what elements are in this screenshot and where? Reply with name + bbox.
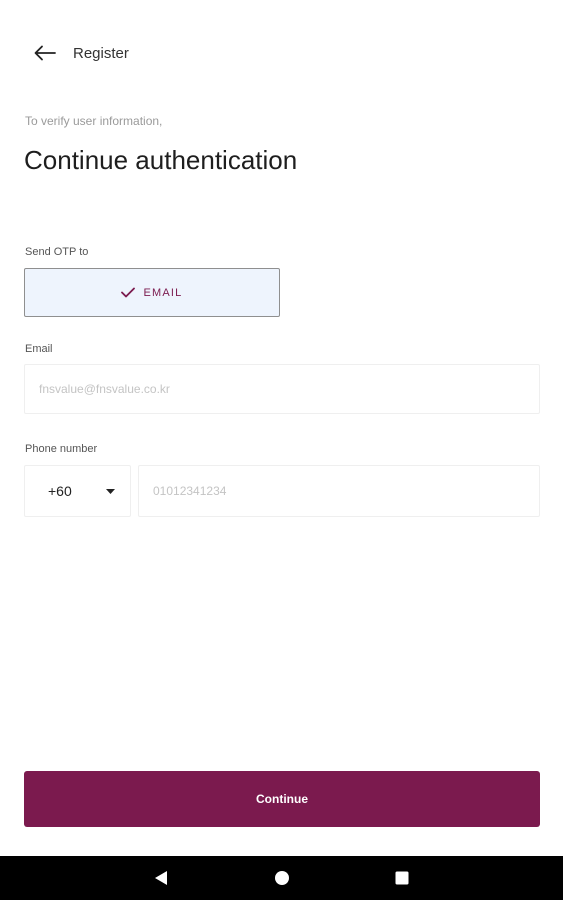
nav-back-icon [155, 871, 167, 885]
continue-button[interactable]: Continue [24, 771, 540, 827]
app-header: Register [0, 0, 563, 106]
country-code-select[interactable]: +60 [24, 465, 131, 517]
country-code-value: +60 [48, 483, 72, 499]
otp-option-label: EMAIL [143, 286, 183, 299]
intro-subtitle: To verify user information, [25, 114, 163, 128]
caret-down-icon [106, 489, 115, 494]
otp-label: Send OTP to [25, 246, 89, 258]
system-navigation-bar [0, 856, 563, 900]
email-label: Email [25, 343, 53, 355]
email-field[interactable] [24, 364, 540, 414]
nav-recent-button[interactable] [392, 868, 412, 888]
check-icon [121, 287, 136, 298]
otp-option-email[interactable]: EMAIL [24, 268, 280, 317]
phone-label: Phone number [25, 443, 98, 455]
nav-home-icon [275, 871, 289, 885]
phone-number-field[interactable] [138, 465, 540, 517]
nav-back-button[interactable] [151, 868, 171, 888]
back-button[interactable] [32, 40, 58, 66]
nav-recent-icon [395, 871, 409, 885]
header-title: Register [73, 45, 129, 62]
nav-home-button[interactable] [272, 868, 292, 888]
arrow-left-icon [34, 45, 56, 61]
page-title: Continue authentication [24, 145, 298, 175]
